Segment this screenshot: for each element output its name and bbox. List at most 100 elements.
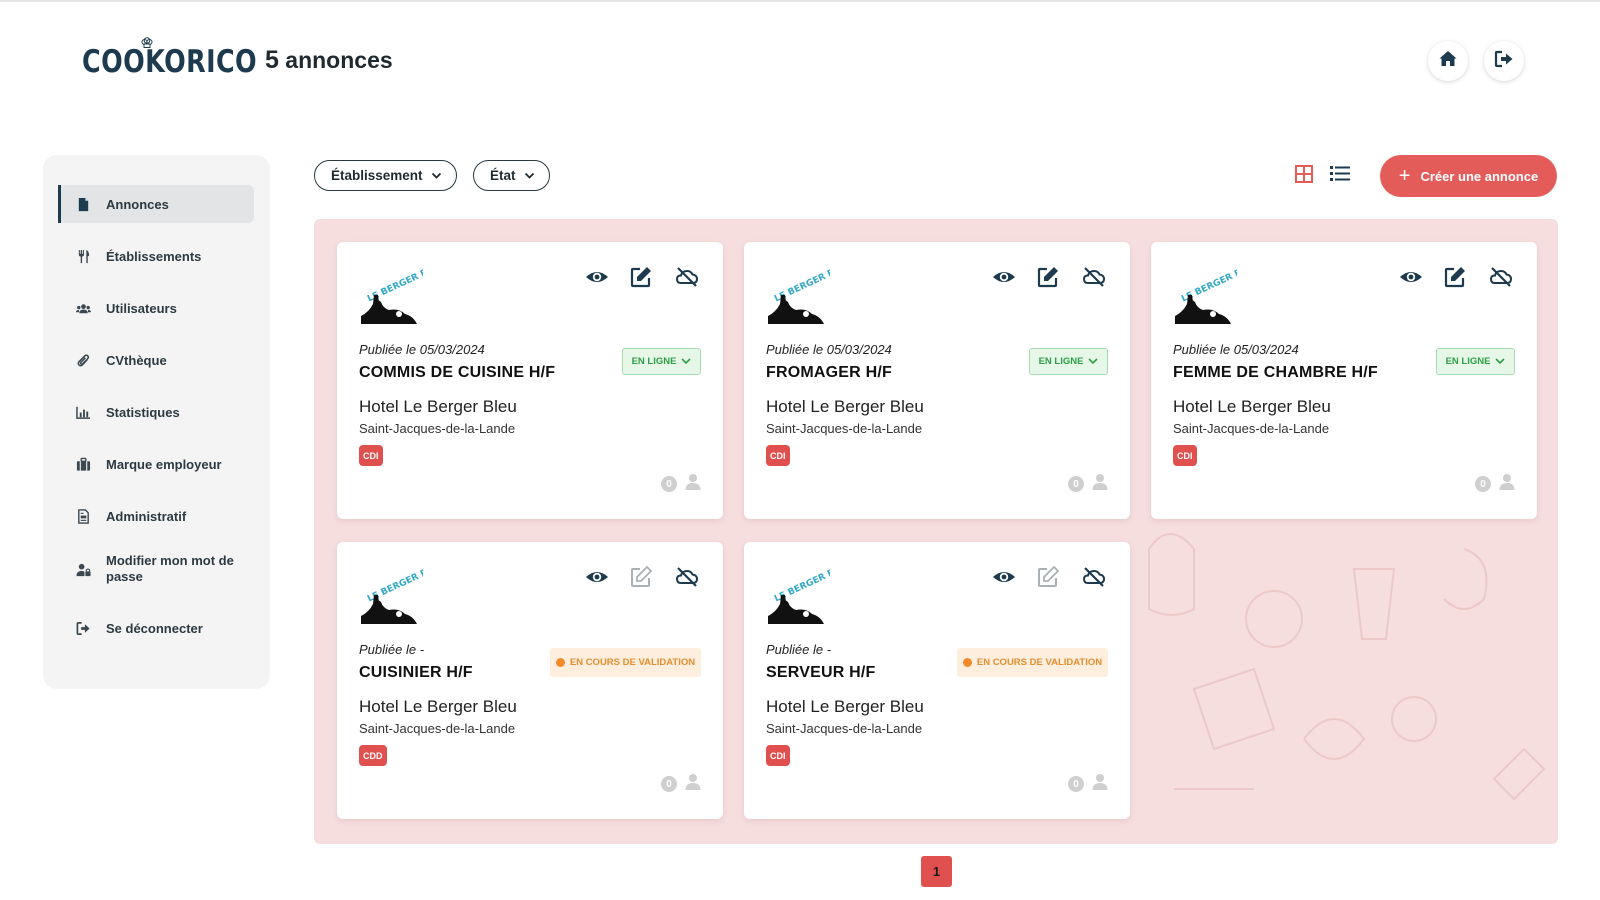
sidebar-item-annonces[interactable]: Annonces [58,185,254,223]
published-date: Publiée le 05/03/2024 [359,342,485,357]
hotel-name: Hotel Le Berger Bleu [1173,397,1331,416]
sidebar-item-marque-employeur[interactable]: Marque employeur [58,445,254,483]
contract-badge: CDI [766,445,790,466]
sidebar-item-se-deconnecter[interactable]: Se déconnecter [58,609,254,647]
chevron-down-icon [1088,358,1099,365]
filter-state-dropdown[interactable]: État [473,160,550,191]
user-icon [1092,773,1108,795]
edit-icon [1443,265,1467,294]
user-lock-icon [74,562,92,577]
view-button[interactable] [991,566,1017,592]
listing-card[interactable]: LE BERGER BLEU Publiée le 05/03/2024 FEM… [1151,242,1537,519]
cookorico-logo[interactable]: COOKORICO [82,36,257,88]
home-button[interactable] [1428,41,1468,81]
document-icon [74,197,92,212]
sidebar-item-utilisateurs[interactable]: Utilisateurs [58,289,254,327]
listing-card[interactable]: LE BERGER BLEU Publiée le 05/03/2024 COM… [337,242,723,519]
pagination-page-1[interactable]: 1 [921,856,952,887]
briefcase-icon [74,457,92,472]
grid-view-icon [1295,164,1313,188]
fork-knife-icon [74,249,92,264]
eye-icon [1399,265,1423,294]
sidebar-item-statistiques[interactable]: Statistiques [58,393,254,431]
view-button[interactable] [991,266,1017,292]
chevron-down-icon [681,358,692,365]
user-icon [685,773,701,795]
candidates-count: 0 [1068,476,1084,492]
candidates-counter: 0 [661,473,701,495]
city: Saint-Jacques-de-la-Lande [1173,421,1330,436]
chevron-down-icon [431,172,442,180]
cloud-slash-icon [1489,265,1513,294]
create-listing-button[interactable]: + Créer une annonce [1380,155,1557,197]
cloud-slash-icon [1082,565,1106,594]
cloud-slash-icon [675,265,699,294]
unpublish-button[interactable] [674,566,700,592]
status-online-dropdown[interactable]: EN LIGNE [1029,348,1108,375]
status-pending-badge: EN COURS DE VALIDATION [550,648,701,677]
grid-view-button[interactable] [1294,164,1314,188]
cloud-slash-icon [1082,265,1106,294]
city: Saint-Jacques-de-la-Lande [766,421,923,436]
sidebar-item-cvtheque[interactable]: CVthèque [58,341,254,379]
edit-button[interactable] [1442,266,1468,292]
edit-button-disabled[interactable] [1035,565,1061,592]
file-invoice-icon [74,508,92,524]
hotel-brand-logo: LE BERGER BLEU [359,260,447,326]
contract-badge: CDD [359,745,387,766]
view-button[interactable] [584,566,610,592]
hotel-brand-logo: LE BERGER BLEU [766,560,854,626]
filter-label: État [490,168,516,183]
hotel-name: Hotel Le Berger Bleu [766,697,924,716]
user-icon [685,473,701,495]
unpublish-button[interactable] [674,266,700,292]
city: Saint-Jacques-de-la-Lande [359,421,516,436]
sidebar-item-administratif[interactable]: Administratif [58,497,254,535]
hotel-brand-logo: LE BERGER BLEU [359,560,447,626]
cloud-slash-icon [675,565,699,594]
logout-button[interactable] [1484,41,1524,81]
listing-card[interactable]: LE BERGER BLEU Publiée le - SERVEUR H/F … [744,542,1130,819]
hotel-brand-logo: LE BERGER BLEU [1173,260,1261,326]
unpublish-button[interactable] [1081,566,1107,592]
sidebar-item-label: Annonces [106,196,169,212]
view-button[interactable] [1398,266,1424,292]
listing-card[interactable]: LE BERGER BLEU Publiée le - CUISINIER H/… [337,542,723,819]
listing-card[interactable]: LE BERGER BLEU Publiée le 05/03/2024 FRO… [744,242,1130,519]
job-title: COMMIS DE CUISINE H/F [359,364,556,381]
edit-button[interactable] [628,266,654,292]
candidates-counter: 0 [661,773,701,795]
status-dot [555,658,565,667]
edit-button[interactable] [1035,266,1061,292]
status-online-dropdown[interactable]: EN LIGNE [622,348,701,375]
status-online-dropdown[interactable]: EN LIGNE [1436,348,1515,375]
published-date: Publiée le 05/03/2024 [1173,342,1299,357]
top-border [0,0,1600,2]
published-date: Publiée le 05/03/2024 [766,342,892,357]
unpublish-button[interactable] [1081,266,1107,292]
listing-count-suffix: annonces [285,47,393,73]
hotel-brand-logo: LE BERGER BLEU [766,260,854,326]
sidebar-item-etablissements[interactable]: Établissements [58,237,254,275]
sidebar-item-label: Établissements [106,248,202,264]
sidebar-item-label: Utilisateurs [106,300,177,316]
logout-icon [74,621,92,636]
hotel-name: Hotel Le Berger Bleu [766,397,924,416]
page-title: 5 annonces [265,46,393,75]
city: Saint-Jacques-de-la-Lande [359,721,516,736]
edit-button-disabled[interactable] [628,565,654,592]
unpublish-button[interactable] [1488,266,1514,292]
sidebar-item-label: Statistiques [106,404,180,420]
bar-chart-icon [74,405,92,420]
sidebar-item-label: Se déconnecter [106,620,203,636]
candidates-count: 0 [661,476,677,492]
filter-establishment-dropdown[interactable]: Établissement [314,160,457,191]
sidebar-item-modifier-mot-de-passe[interactable]: Modifier mon mot de passe [58,547,254,591]
candidates-counter: 0 [1475,473,1515,495]
published-date: Publiée le - [359,642,425,657]
candidates-counter: 0 [1068,473,1108,495]
users-icon [74,301,92,316]
status-label: EN LIGNE [1445,356,1491,367]
view-button[interactable] [584,266,610,292]
list-view-button[interactable] [1330,166,1350,185]
